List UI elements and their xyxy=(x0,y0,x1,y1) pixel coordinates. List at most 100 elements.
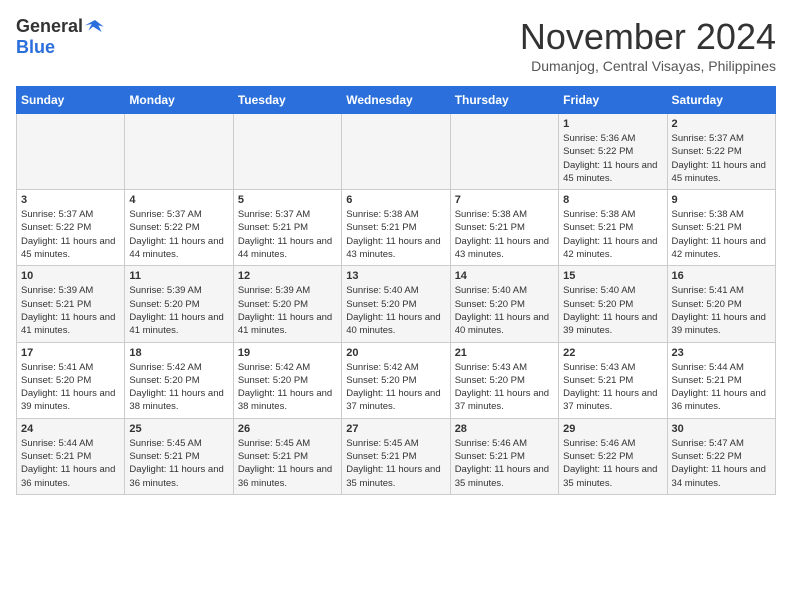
day-number: 7 xyxy=(455,194,554,206)
day-number: 22 xyxy=(563,347,662,359)
day-cell: 17Sunrise: 5:41 AMSunset: 5:20 PMDayligh… xyxy=(17,342,125,418)
week-row-2: 10 Sunrise: 5:39 AMSunset: 5:21 PMDayligh… xyxy=(17,266,776,342)
header-cell-friday: Friday xyxy=(559,87,667,114)
day-number: 3 xyxy=(21,194,120,206)
day-info: Sunrise: 5:37 AMSunset: 5:22 PMDaylight:… xyxy=(672,132,771,185)
day-cell: 2 Sunrise: 5:37 AMSunset: 5:22 PMDaylight… xyxy=(667,114,775,190)
day-cell xyxy=(450,114,558,190)
day-number: 2 xyxy=(672,118,771,130)
day-info: Sunrise: 5:38 AMSunset: 5:21 PMDaylight:… xyxy=(672,208,771,261)
day-cell: 10 Sunrise: 5:39 AMSunset: 5:21 PMDayligh… xyxy=(17,266,125,342)
header-cell-wednesday: Wednesday xyxy=(342,87,450,114)
day-info: Sunrise: 5:43 AMSunset: 5:20 PMDaylight:… xyxy=(455,361,554,414)
day-number: 16 xyxy=(672,270,771,282)
day-number: 28 xyxy=(455,423,554,435)
day-cell: 25 Sunrise: 5:45 AMSunset: 5:21 PMDayligh… xyxy=(125,418,233,494)
title-section: November 2024 Dumanjog, Central Visayas,… xyxy=(520,16,776,74)
day-info: Sunrise: 5:43 AMSunset: 5:21 PMDaylight:… xyxy=(563,361,662,414)
week-row-0: 1 Sunrise: 5:36 AMSunset: 5:22 PMDaylight… xyxy=(17,114,776,190)
day-number: 27 xyxy=(346,423,445,435)
day-info: Sunrise: 5:40 AMSunset: 5:20 PMDaylight:… xyxy=(563,284,662,337)
day-info: Sunrise: 5:40 AMSunset: 5:20 PMDaylight:… xyxy=(346,284,445,337)
day-cell: 21 Sunrise: 5:43 AMSunset: 5:20 PMDayligh… xyxy=(450,342,558,418)
day-cell: 3 Sunrise: 5:37 AMSunset: 5:22 PMDaylight… xyxy=(17,190,125,266)
day-number: 24 xyxy=(21,423,120,435)
day-cell: 18Sunrise: 5:42 AMSunset: 5:20 PMDayligh… xyxy=(125,342,233,418)
day-cell: 15 Sunrise: 5:40 AMSunset: 5:20 PMDayligh… xyxy=(559,266,667,342)
day-cell: 29Sunrise: 5:46 AMSunset: 5:22 PMDayligh… xyxy=(559,418,667,494)
header-cell-sunday: Sunday xyxy=(17,87,125,114)
day-number: 30 xyxy=(672,423,771,435)
day-number: 20 xyxy=(346,347,445,359)
week-row-1: 3 Sunrise: 5:37 AMSunset: 5:22 PMDaylight… xyxy=(17,190,776,266)
logo-blue-text: Blue xyxy=(16,37,55,58)
day-number: 23 xyxy=(672,347,771,359)
day-cell: 4 Sunrise: 5:37 AMSunset: 5:22 PMDaylight… xyxy=(125,190,233,266)
day-info: Sunrise: 5:46 AMSunset: 5:21 PMDaylight:… xyxy=(455,437,554,490)
day-cell xyxy=(17,114,125,190)
calendar-table: SundayMondayTuesdayWednesdayThursdayFrid… xyxy=(16,86,776,495)
day-number: 12 xyxy=(238,270,337,282)
day-cell: 27 Sunrise: 5:45 AMSunset: 5:21 PMDayligh… xyxy=(342,418,450,494)
day-info: Sunrise: 5:45 AMSunset: 5:21 PMDaylight:… xyxy=(129,437,228,490)
day-info: Sunrise: 5:37 AMSunset: 5:22 PMDaylight:… xyxy=(21,208,120,261)
day-cell: 1 Sunrise: 5:36 AMSunset: 5:22 PMDaylight… xyxy=(559,114,667,190)
day-number: 13 xyxy=(346,270,445,282)
day-number: 29 xyxy=(563,423,662,435)
header-row: SundayMondayTuesdayWednesdayThursdayFrid… xyxy=(17,87,776,114)
logo-general-text: General xyxy=(16,16,83,37)
day-number: 25 xyxy=(129,423,228,435)
day-cell: 9 Sunrise: 5:38 AMSunset: 5:21 PMDaylight… xyxy=(667,190,775,266)
day-number: 21 xyxy=(455,347,554,359)
day-cell: 5Sunrise: 5:37 AMSunset: 5:21 PMDaylight… xyxy=(233,190,341,266)
day-info: Sunrise: 5:37 AMSunset: 5:22 PMDaylight:… xyxy=(129,208,228,261)
week-row-3: 17Sunrise: 5:41 AMSunset: 5:20 PMDayligh… xyxy=(17,342,776,418)
day-cell: 28 Sunrise: 5:46 AMSunset: 5:21 PMDayligh… xyxy=(450,418,558,494)
day-info: Sunrise: 5:36 AMSunset: 5:22 PMDaylight:… xyxy=(563,132,662,185)
day-cell: 6 Sunrise: 5:38 AMSunset: 5:21 PMDaylight… xyxy=(342,190,450,266)
day-number: 1 xyxy=(563,118,662,130)
header-cell-tuesday: Tuesday xyxy=(233,87,341,114)
day-number: 19 xyxy=(238,347,337,359)
day-info: Sunrise: 5:44 AMSunset: 5:21 PMDaylight:… xyxy=(672,361,771,414)
day-info: Sunrise: 5:39 AMSunset: 5:21 PMDaylight:… xyxy=(21,284,120,337)
day-number: 15 xyxy=(563,270,662,282)
day-info: Sunrise: 5:41 AMSunset: 5:20 PMDaylight:… xyxy=(672,284,771,337)
logo-bird-icon xyxy=(85,17,105,37)
day-number: 4 xyxy=(129,194,228,206)
day-info: Sunrise: 5:42 AMSunset: 5:20 PMDaylight:… xyxy=(346,361,445,414)
day-info: Sunrise: 5:37 AMSunset: 5:21 PMDaylight:… xyxy=(238,208,337,261)
day-number: 9 xyxy=(672,194,771,206)
day-info: Sunrise: 5:40 AMSunset: 5:20 PMDaylight:… xyxy=(455,284,554,337)
day-cell: 22 Sunrise: 5:43 AMSunset: 5:21 PMDayligh… xyxy=(559,342,667,418)
day-cell xyxy=(342,114,450,190)
day-cell: 19 Sunrise: 5:42 AMSunset: 5:20 PMDayligh… xyxy=(233,342,341,418)
day-info: Sunrise: 5:39 AMSunset: 5:20 PMDaylight:… xyxy=(238,284,337,337)
day-info: Sunrise: 5:38 AMSunset: 5:21 PMDaylight:… xyxy=(346,208,445,261)
day-info: Sunrise: 5:45 AMSunset: 5:21 PMDaylight:… xyxy=(346,437,445,490)
day-number: 6 xyxy=(346,194,445,206)
day-cell xyxy=(125,114,233,190)
day-info: Sunrise: 5:38 AMSunset: 5:21 PMDaylight:… xyxy=(455,208,554,261)
calendar-header: SundayMondayTuesdayWednesdayThursdayFrid… xyxy=(17,87,776,114)
day-number: 10 xyxy=(21,270,120,282)
day-number: 11 xyxy=(129,270,228,282)
day-number: 17 xyxy=(21,347,120,359)
day-cell: 7 Sunrise: 5:38 AMSunset: 5:21 PMDaylight… xyxy=(450,190,558,266)
day-info: Sunrise: 5:42 AMSunset: 5:20 PMDaylight:… xyxy=(238,361,337,414)
logo: General Blue xyxy=(16,16,105,58)
day-number: 8 xyxy=(563,194,662,206)
day-cell: 12 Sunrise: 5:39 AMSunset: 5:20 PMDayligh… xyxy=(233,266,341,342)
location-text: Dumanjog, Central Visayas, Philippines xyxy=(520,58,776,74)
day-cell: 14 Sunrise: 5:40 AMSunset: 5:20 PMDayligh… xyxy=(450,266,558,342)
header-cell-monday: Monday xyxy=(125,87,233,114)
day-number: 14 xyxy=(455,270,554,282)
day-info: Sunrise: 5:45 AMSunset: 5:21 PMDaylight:… xyxy=(238,437,337,490)
day-info: Sunrise: 5:42 AMSunset: 5:20 PMDaylight:… xyxy=(129,361,228,414)
day-info: Sunrise: 5:44 AMSunset: 5:21 PMDaylight:… xyxy=(21,437,120,490)
day-cell: 26Sunrise: 5:45 AMSunset: 5:21 PMDayligh… xyxy=(233,418,341,494)
day-cell: 20 Sunrise: 5:42 AMSunset: 5:20 PMDayligh… xyxy=(342,342,450,418)
week-row-4: 24 Sunrise: 5:44 AMSunset: 5:21 PMDayligh… xyxy=(17,418,776,494)
calendar-body: 1 Sunrise: 5:36 AMSunset: 5:22 PMDaylight… xyxy=(17,114,776,495)
day-cell: 11Sunrise: 5:39 AMSunset: 5:20 PMDayligh… xyxy=(125,266,233,342)
